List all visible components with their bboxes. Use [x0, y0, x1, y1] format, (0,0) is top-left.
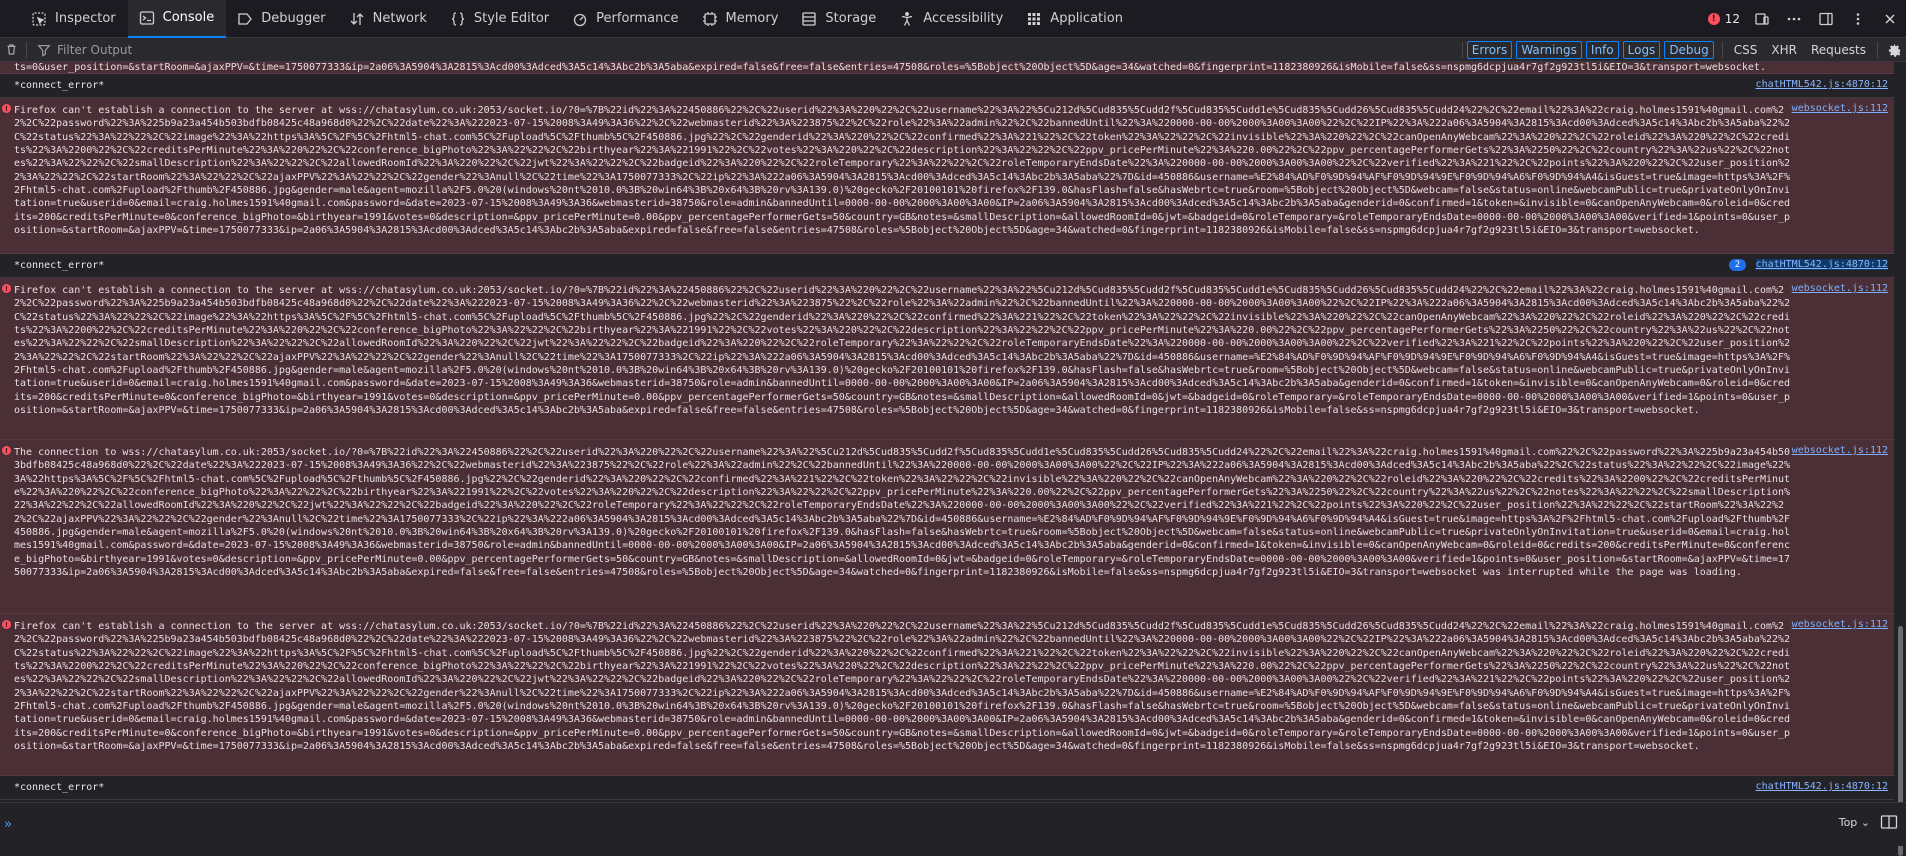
- options-icon[interactable]: [1842, 4, 1874, 34]
- filter-icon: [37, 44, 51, 57]
- filter-warnings-button[interactable]: Warnings: [1516, 41, 1582, 59]
- context-selector[interactable]: Top ⌄: [1839, 816, 1870, 829]
- log-level-filters: Errors Warnings Info Logs Debug CSS XHR …: [1458, 38, 1906, 62]
- application-icon: [1025, 10, 1043, 28]
- tab-debugger[interactable]: Debugger: [226, 0, 337, 38]
- toolbar-right: ! 12: [1707, 0, 1906, 38]
- editor-mode-icon[interactable]: [1880, 814, 1898, 830]
- responsive-design-icon[interactable]: [1746, 4, 1778, 34]
- repeat-count-badge: 2: [1729, 259, 1746, 271]
- message-source-link[interactable]: websocket.js:112: [1792, 619, 1888, 630]
- message-source-link[interactable]: websocket.js:112: [1792, 283, 1888, 294]
- message-source-link[interactable]: websocket.js:112: [1792, 103, 1888, 114]
- message-text: *connect_error*: [14, 782, 105, 793]
- message-source-link[interactable]: websocket.js:112: [1792, 445, 1888, 456]
- inspector-icon: [30, 10, 48, 28]
- output-scrollbar[interactable]: [1894, 62, 1906, 856]
- performance-icon: [571, 10, 589, 28]
- devtools-tabs: Inspector Console Debugger Network Style Edi…: [0, 0, 1135, 38]
- tab-label: Accessibility: [923, 11, 1004, 26]
- console-log-message[interactable]: *connect_error* chatHTML542.js:4870:12 2: [0, 254, 1894, 278]
- tab-label: Inspector: [55, 11, 116, 26]
- console-log-message[interactable]: *connect_error* chatHTML542.js:4870:12: [0, 74, 1894, 98]
- tab-label: Storage: [825, 11, 877, 26]
- console-settings-icon[interactable]: [1882, 38, 1906, 62]
- message-text: ts=0&user_position=&startRoom=&ajaxPPV=&…: [14, 62, 1766, 73]
- console-output[interactable]: ts=0&user_position=&startRoom=&ajaxPPV=&…: [0, 62, 1894, 802]
- message-text: *connect_error*: [14, 260, 105, 271]
- filter-output-input[interactable]: [57, 42, 1507, 57]
- console-command-input[interactable]: [20, 813, 1824, 837]
- devtools-toolbar: Inspector Console Debugger Network Style Edi…: [0, 0, 1906, 38]
- message-text: Firefox can't establish a connection to …: [14, 621, 1791, 753]
- message-text: The connection to wss://chatasylum.co.uk…: [14, 447, 1791, 579]
- message-source-link[interactable]: chatHTML542.js:4870:12: [1755, 259, 1888, 270]
- tab-inspector[interactable]: Inspector: [20, 0, 128, 38]
- separator: [1461, 42, 1463, 58]
- tab-application[interactable]: Application: [1015, 0, 1135, 38]
- console-error-message[interactable]: ! Firefox can't establish a connection to…: [0, 614, 1894, 776]
- tab-network[interactable]: Network: [338, 0, 439, 38]
- accessibility-icon: [898, 10, 916, 28]
- separator: [26, 41, 27, 58]
- style-editor-icon: [449, 10, 467, 28]
- debugger-icon: [236, 10, 254, 28]
- filter-errors-button[interactable]: Errors: [1466, 41, 1513, 59]
- error-icon: !: [2, 446, 11, 455]
- error-icon: !: [2, 620, 11, 629]
- message-source-link[interactable]: chatHTML542.js:4870:12: [1756, 781, 1888, 792]
- more-options-icon[interactable]: [1778, 4, 1810, 34]
- clear-console-icon[interactable]: [0, 38, 22, 62]
- network-icon: [348, 10, 366, 28]
- tab-storage[interactable]: Storage: [790, 0, 888, 38]
- tab-label: Performance: [596, 11, 679, 26]
- tab-style-editor[interactable]: Style Editor: [439, 0, 561, 38]
- console-error-message[interactable]: ts=0&user_position=&startRoom=&ajaxPPV=&…: [0, 62, 1894, 74]
- tab-label: Console: [162, 10, 215, 25]
- memory-icon: [701, 10, 719, 28]
- prompt-icon: »: [4, 817, 12, 832]
- error-count-badge[interactable]: ! 12: [1707, 12, 1740, 26]
- storage-icon: [800, 10, 818, 28]
- error-icon: !: [1707, 13, 1720, 25]
- message-text: Firefox can't establish a connection to …: [14, 285, 1791, 417]
- error-icon: !: [2, 104, 11, 113]
- error-count: 12: [1724, 12, 1740, 26]
- error-icon: !: [2, 284, 11, 293]
- console-error-message[interactable]: ! The connection to wss://chatasylum.co.u…: [0, 440, 1894, 614]
- message-text: *connect_error*: [14, 80, 105, 91]
- console-icon: [138, 9, 156, 27]
- tab-label: Application: [1050, 11, 1123, 26]
- tab-memory[interactable]: Memory: [691, 0, 791, 38]
- filter-debug-button[interactable]: Debug: [1664, 41, 1714, 59]
- tab-performance[interactable]: Performance: [561, 0, 690, 38]
- tab-label: Debugger: [261, 11, 326, 26]
- console-filter-bar: Errors Warnings Info Logs Debug CSS XHR …: [0, 38, 1906, 62]
- tab-label: Network: [372, 11, 427, 26]
- console-input-bar: » Top ⌄: [0, 802, 1906, 846]
- separator: [1877, 42, 1878, 58]
- filter-info-button[interactable]: Info: [1585, 41, 1619, 59]
- filter-xhr-button[interactable]: XHR: [1764, 43, 1804, 57]
- console-error-message[interactable]: ! Firefox can't establish a connection to…: [0, 278, 1894, 440]
- filter-css-button[interactable]: CSS: [1727, 43, 1765, 57]
- filter-logs-button[interactable]: Logs: [1622, 41, 1661, 59]
- close-icon[interactable]: [1874, 4, 1906, 34]
- tab-console[interactable]: Console: [127, 0, 227, 38]
- message-text: Firefox can't establish a connection to …: [14, 105, 1791, 237]
- tab-label: Style Editor: [473, 11, 550, 26]
- tab-accessibility[interactable]: Accessibility: [888, 0, 1015, 38]
- message-source-link[interactable]: chatHTML542.js:4870:12: [1756, 79, 1888, 90]
- console-log-message[interactable]: *connect_error* chatHTML542.js:4870:12: [0, 776, 1894, 800]
- dock-side-icon[interactable]: [1810, 4, 1842, 34]
- separator: [1721, 42, 1723, 58]
- filter-requests-button[interactable]: Requests: [1804, 43, 1873, 57]
- console-error-message[interactable]: ! Firefox can't establish a connection to…: [0, 98, 1894, 254]
- tab-label: Memory: [725, 11, 779, 26]
